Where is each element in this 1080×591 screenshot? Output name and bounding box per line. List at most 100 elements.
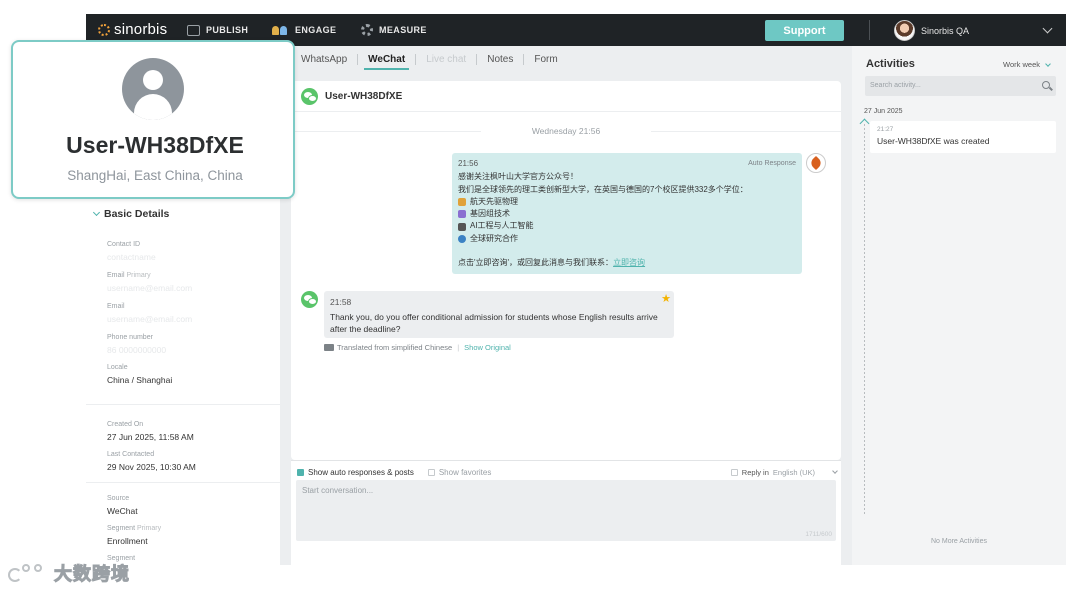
chevron-down-icon bbox=[832, 468, 838, 474]
phone-label: Phone number bbox=[107, 334, 153, 341]
show-original-link[interactable]: Show Original bbox=[464, 343, 511, 352]
avatar-head bbox=[143, 70, 163, 90]
reply-language-value: English (UK) bbox=[772, 467, 815, 477]
gear-icon bbox=[361, 24, 373, 36]
contact-card: User-WH38DfXE ShangHai, East China, Chin… bbox=[11, 40, 295, 199]
email-label: Email bbox=[107, 303, 125, 310]
outgoing-message: 21:56 Auto Response 感谢关注枫叶山大学官方公众号！ 我们是全… bbox=[452, 153, 802, 274]
reply-in-checkbox[interactable] bbox=[730, 468, 738, 476]
org-avatar bbox=[806, 153, 826, 173]
star-icon[interactable]: ★ bbox=[661, 293, 671, 306]
segment-value: Enrollment bbox=[107, 536, 148, 546]
activities-panel: Activities Work week Search activity... … bbox=[852, 46, 1066, 565]
activity-search-input[interactable]: Search activity... bbox=[865, 76, 1056, 96]
tab-notes[interactable]: Notes bbox=[477, 46, 523, 73]
robot-arm-icon bbox=[458, 222, 466, 231]
list-item: 基因组技术 bbox=[458, 208, 796, 220]
brand-mark-icon bbox=[98, 23, 110, 36]
composer-options: Show auto responses & posts Show favorit… bbox=[297, 465, 838, 479]
watermark-text: 大数跨境 bbox=[54, 564, 130, 585]
nav-publish-label: PUBLISH bbox=[206, 25, 249, 35]
divider bbox=[291, 111, 841, 112]
cta-line: 点击'立即咨询'，或回复此消息与我们联系：立即咨询 bbox=[458, 257, 796, 269]
support-button[interactable]: Support bbox=[765, 20, 844, 41]
message-placeholder: Start conversation... bbox=[302, 486, 374, 495]
tab-live-chat: Live chat bbox=[426, 54, 467, 65]
cta-text: 点击'立即咨询'，或回复此消息与我们联系： bbox=[458, 258, 614, 268]
activity-item[interactable]: 21:27 User-WH38DfXE was created bbox=[870, 121, 1056, 153]
tab-wechat[interactable]: WeChat bbox=[358, 46, 415, 73]
email-primary-sub: Primary bbox=[126, 272, 151, 279]
channel-tabs: WhatsApp WeChat Live chat Notes Form bbox=[291, 46, 841, 73]
field-locale: Locale China / Shanghai bbox=[107, 364, 172, 385]
wechat-icon bbox=[301, 291, 318, 308]
publish-icon bbox=[187, 24, 200, 36]
search-icon[interactable] bbox=[1042, 81, 1050, 89]
user-avatar bbox=[894, 20, 915, 41]
message-time: 21:58 bbox=[330, 297, 352, 307]
chat-header: User-WH38DfXE bbox=[301, 88, 402, 105]
translated-label: Translated from simplified Chinese bbox=[337, 343, 453, 352]
field-source: Source WeChat bbox=[107, 495, 138, 516]
source-value: WeChat bbox=[107, 506, 138, 516]
user-menu[interactable]: Sinorbis QA bbox=[894, 20, 969, 41]
field-created-on: Created On 27 Jun 2025, 11:58 AM bbox=[107, 421, 194, 442]
chat-header-name: User-WH38DfXE bbox=[325, 91, 403, 102]
basic-details-toggle[interactable]: Basic Details bbox=[92, 208, 170, 220]
watermark: 大数跨境 bbox=[8, 560, 130, 586]
translation-info: Translated from simplified Chinese | Sho… bbox=[324, 343, 511, 352]
nav-measure[interactable]: MEASURE bbox=[361, 14, 427, 46]
show-favorites-checkbox[interactable] bbox=[427, 468, 435, 476]
user-avatar-icon bbox=[122, 58, 184, 120]
chevron-down-icon[interactable] bbox=[1042, 23, 1053, 34]
divider bbox=[86, 404, 280, 405]
list-item: AI工程与人工智能 bbox=[458, 220, 796, 232]
activity-filter-select[interactable]: Work week bbox=[1003, 60, 1051, 69]
activity-search-placeholder: Search activity... bbox=[870, 82, 921, 89]
field-email: Email username@email.com bbox=[107, 303, 192, 324]
contact-name: User-WH38DfXE bbox=[66, 132, 244, 158]
basic-details-title: Basic Details bbox=[104, 208, 170, 220]
message-input[interactable]: Start conversation... 1711/600 bbox=[296, 480, 836, 541]
timeline-line bbox=[864, 124, 865, 516]
dna-icon bbox=[458, 210, 466, 219]
show-auto-checkbox[interactable] bbox=[297, 468, 304, 476]
date-divider: Wednesday 21:56 bbox=[291, 126, 841, 136]
tab-form[interactable]: Form bbox=[524, 46, 567, 73]
segment-label-row: Segment Primary bbox=[107, 525, 161, 532]
phone-value: 86 0000000000 bbox=[107, 345, 167, 355]
reply-in-label: Reply in bbox=[741, 467, 769, 477]
contact-id-label: Contact ID bbox=[107, 241, 141, 248]
created-value: 27 Jun 2025, 11:58 AM bbox=[107, 432, 194, 442]
incoming-message: 21:58 Thank you, do you offer conditiona… bbox=[324, 291, 674, 338]
email-label-text: Email bbox=[107, 272, 125, 279]
message-text: Thank you, do you offer conditional admi… bbox=[330, 311, 658, 335]
activity-date: 27 Jun 2025 bbox=[864, 108, 903, 115]
maple-leaf-icon bbox=[808, 155, 824, 171]
globe-icon bbox=[458, 234, 466, 243]
tab-whatsapp[interactable]: WhatsApp bbox=[291, 46, 357, 73]
segment-sub: Primary bbox=[136, 525, 162, 532]
list-item-text: 航天先驱物理 bbox=[470, 196, 518, 206]
brand-logo[interactable]: sinorbis bbox=[98, 21, 167, 38]
field-phone: Phone number 86 0000000000 bbox=[107, 334, 166, 355]
wechat-icon bbox=[301, 88, 318, 105]
field-contact-id: Contact ID contactname bbox=[107, 241, 156, 262]
composer: Show auto responses & posts Show favorit… bbox=[291, 460, 841, 565]
auto-response-tag: Auto Response bbox=[748, 160, 796, 167]
separator: | bbox=[457, 343, 460, 352]
field-segment: Segment Primary Enrollment bbox=[107, 525, 161, 546]
chevron-down-icon bbox=[92, 208, 101, 217]
message-line: 我们是全球领先的理工类创新型大学，在英国与德国的7个校区提供332多个学位： bbox=[458, 184, 748, 194]
contact-location: ShangHai, East China, China bbox=[67, 168, 243, 183]
locale-value: China / Shanghai bbox=[107, 375, 173, 385]
chevron-down-icon bbox=[1045, 60, 1051, 67]
activity-filter-value: Work week bbox=[1003, 60, 1040, 69]
reply-language-select[interactable]: Reply in English (UK) bbox=[730, 467, 838, 477]
chat-thread: User-WH38DfXE Wednesday 21:56 21:56 Auto… bbox=[291, 81, 841, 460]
contact-id-value: contactname bbox=[107, 252, 156, 262]
last-contacted-value: 29 Nov 2025, 10:30 AM bbox=[107, 462, 196, 472]
show-favorites-label: Show favorites bbox=[438, 467, 492, 477]
consult-link[interactable]: 立即咨询 bbox=[613, 258, 645, 267]
field-last-contacted: Last Contacted 29 Nov 2025, 10:30 AM bbox=[107, 451, 196, 472]
